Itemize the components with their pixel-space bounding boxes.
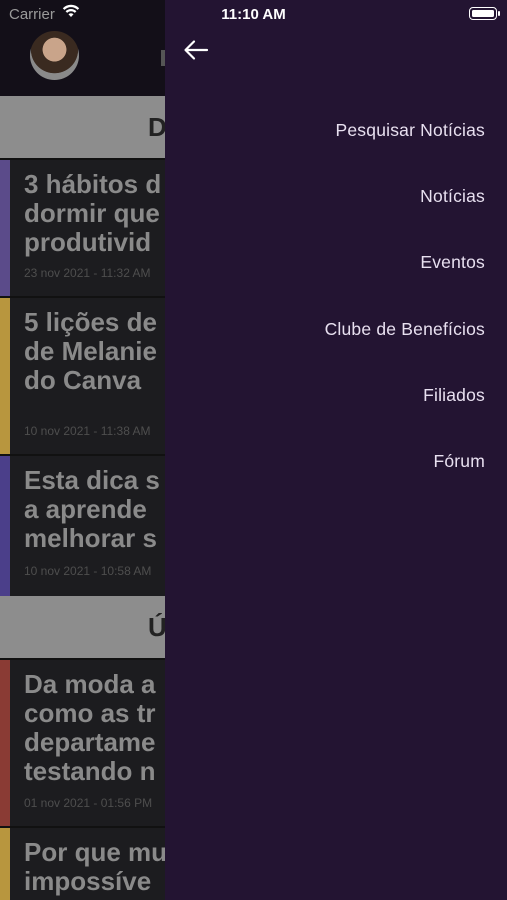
- article-date: 10 nov 2021 - 10:58 AM: [24, 564, 152, 578]
- battery-icon: [469, 7, 497, 20]
- menu-item-filiados[interactable]: Filiados: [185, 377, 485, 443]
- menu-item-clube-de-beneficios[interactable]: Clube de Benefícios: [185, 311, 485, 377]
- arrow-left-icon[interactable]: [183, 38, 209, 62]
- drawer-menu: Pesquisar Notícias Notícias Eventos Club…: [185, 112, 485, 509]
- article-date: 23 nov 2021 - 11:32 AM: [24, 266, 151, 280]
- article-stripe: [0, 298, 10, 454]
- article-stripe: [0, 456, 10, 596]
- article-stripe: [0, 160, 10, 296]
- article-date: 10 nov 2021 - 11:38 AM: [24, 424, 151, 438]
- status-time: 11:10 AM: [221, 6, 286, 23]
- battery-tip: [498, 11, 500, 16]
- menu-item-forum[interactable]: Fórum: [185, 443, 485, 509]
- section-header-label: Ú: [148, 612, 167, 642]
- section-header-label: D: [148, 112, 167, 142]
- article-stripe: [0, 828, 10, 900]
- navigation-drawer: Pesquisar Notícias Notícias Eventos Club…: [165, 0, 507, 900]
- menu-item-noticias[interactable]: Notícias: [185, 178, 485, 244]
- menu-item-eventos[interactable]: Eventos: [185, 244, 485, 310]
- article-stripe: [0, 660, 10, 826]
- article-date: 01 nov 2021 - 01:56 PM: [24, 796, 153, 810]
- menu-item-pesquisar-noticias[interactable]: Pesquisar Notícias: [185, 112, 485, 178]
- status-bar: Carrier 11:10 AM: [0, 0, 507, 28]
- avatar[interactable]: [30, 31, 79, 80]
